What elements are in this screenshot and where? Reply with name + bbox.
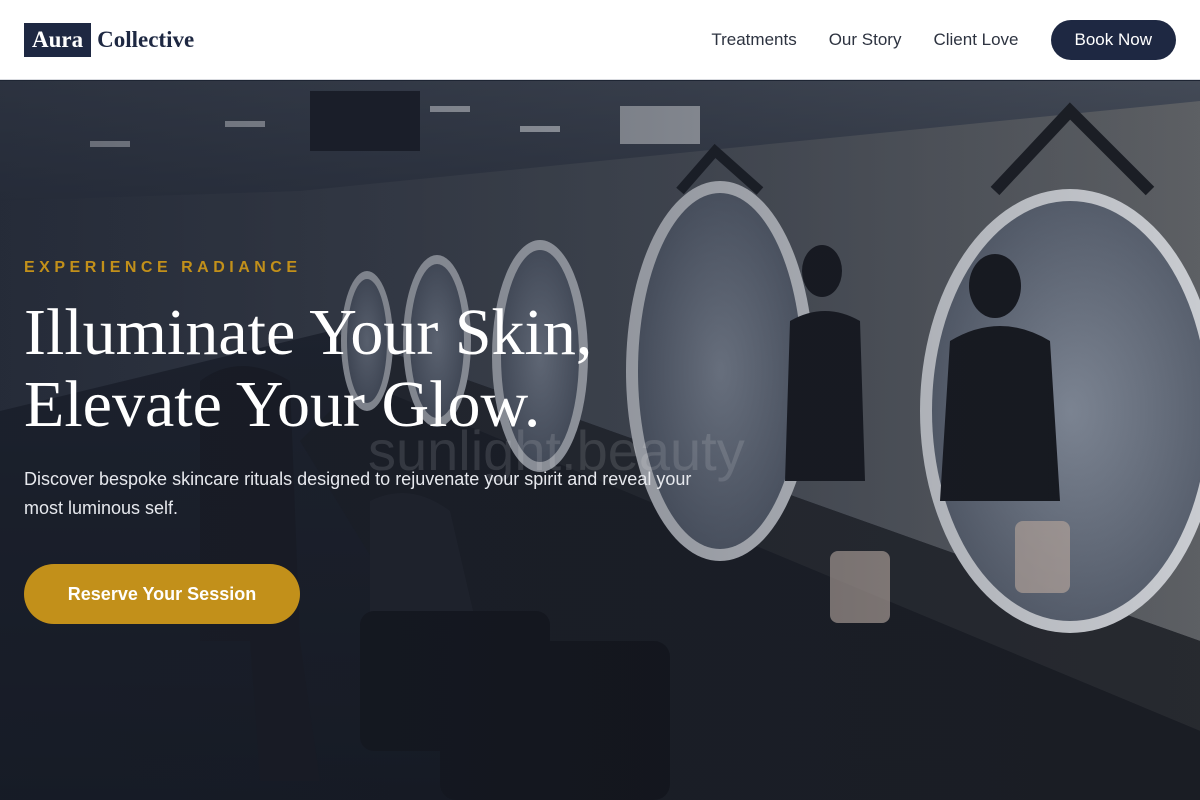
- hero-headline: Illuminate Your Skin, Elevate Your Glow.: [24, 297, 724, 441]
- brand-logo[interactable]: Aura Collective: [24, 22, 195, 57]
- nav-link-treatments[interactable]: Treatments: [711, 30, 796, 50]
- nav-link-client-love[interactable]: Client Love: [933, 30, 1018, 50]
- headline-line-2: Elevate Your Glow.: [24, 368, 541, 441]
- site-header: Aura Collective Treatments Our Story Cli…: [0, 0, 1200, 80]
- book-now-button[interactable]: Book Now: [1050, 19, 1176, 60]
- hero-subtext: Discover bespoke skincare rituals design…: [24, 469, 692, 518]
- hero-eyebrow: EXPERIENCE RADIANCE: [24, 259, 302, 276]
- nav-link-our-story[interactable]: Our Story: [829, 30, 902, 50]
- main-nav: Treatments Our Story Client Love Book No…: [711, 19, 1176, 60]
- hero-section: sunlight.beauty EXPERIENCE RADIANCE Illu…: [0, 81, 1200, 800]
- logo-box: Aura: [24, 22, 92, 57]
- logo-text: Collective: [97, 26, 195, 52]
- reserve-session-button[interactable]: Reserve Your Session: [24, 564, 300, 624]
- headline-line-1: Illuminate Your Skin,: [24, 296, 593, 369]
